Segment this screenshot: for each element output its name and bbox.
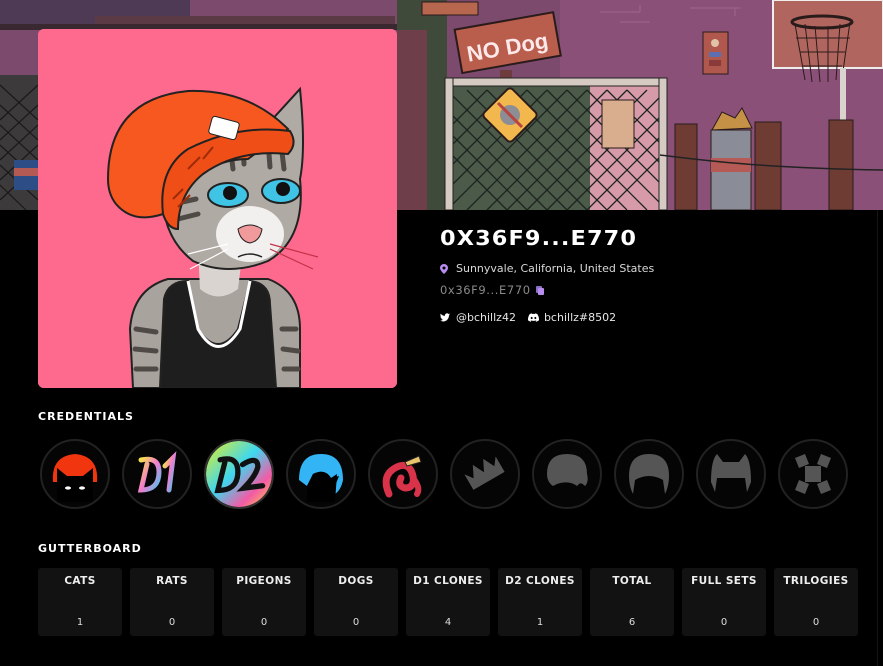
credentials-list: [40, 439, 848, 509]
copy-icon[interactable]: [535, 285, 544, 295]
d2-logo-icon: [206, 441, 272, 507]
crossbones-icon: [795, 454, 831, 494]
stat-value: 1: [76, 617, 84, 628]
rat-head-icon: [299, 454, 343, 502]
location-text: Sunnyvale, California, United States: [456, 262, 655, 275]
worm-badge[interactable]: [368, 439, 438, 509]
stat-d2-clones: D2 CLONES 1: [498, 568, 582, 636]
profile-title: 0X36F9...E770: [440, 226, 638, 250]
location-row: Sunnyvale, California, United States: [440, 262, 654, 275]
rat-badge[interactable]: [286, 439, 356, 509]
stat-label: FULL SETS: [691, 575, 757, 587]
stat-cats: CATS 1: [38, 568, 122, 636]
stat-full-sets: FULL SETS 0: [682, 568, 766, 636]
address-row: 0x36F9...E770: [440, 283, 654, 297]
scrollbar-track[interactable]: [877, 210, 878, 666]
hair-badge[interactable]: [614, 439, 684, 509]
stat-label: RATS: [156, 575, 188, 587]
credentials-heading: CREDENTIALS: [38, 410, 134, 423]
dog-head-icon: [547, 454, 588, 486]
stat-label: D1 CLONES: [413, 575, 483, 587]
stat-label: DOGS: [338, 575, 374, 587]
crossbones-badge[interactable]: [778, 439, 848, 509]
map-pin-icon: [440, 263, 448, 274]
cat-head-icon: [52, 454, 98, 502]
d1-badge[interactable]: [122, 439, 192, 509]
crown-icon: [464, 456, 505, 490]
cat-avatar-illustration: [38, 29, 397, 388]
d1-logo-icon: [137, 451, 177, 493]
stat-value: 0: [352, 617, 360, 628]
stat-pigeons: PIGEONS 0: [222, 568, 306, 636]
stat-label: CATS: [64, 575, 96, 587]
stat-value: 4: [444, 617, 452, 628]
cat-ears-icon: [711, 454, 751, 492]
stat-value: 6: [628, 617, 636, 628]
stat-value: 0: [260, 617, 268, 628]
dog-badge[interactable]: [532, 439, 602, 509]
stat-d1-clones: D1 CLONES 4: [406, 568, 490, 636]
discord-icon: [527, 313, 539, 322]
hair-icon: [629, 454, 669, 494]
social-row: @bchillz42 bchillz#8502: [440, 311, 654, 324]
crown-badge[interactable]: [450, 439, 520, 509]
stat-value: 0: [720, 617, 728, 628]
twitter-icon: [440, 313, 450, 322]
worm-icon: [382, 455, 422, 498]
d2-badge[interactable]: [204, 439, 274, 509]
gutterboard-stats: CATS 1 RATS 0 PIGEONS 0 DOGS 0 D1 CLONES…: [38, 568, 858, 636]
discord-handle: bchillz#8502: [543, 311, 617, 324]
stat-total: TOTAL 6: [590, 568, 674, 636]
gutterboard-heading: GUTTERBOARD: [38, 542, 142, 555]
stat-value: 1: [536, 617, 544, 628]
stat-label: TOTAL: [612, 575, 652, 587]
profile-avatar: [38, 29, 397, 388]
stat-label: TRILOGIES: [783, 575, 849, 587]
stat-label: D2 CLONES: [505, 575, 575, 587]
cat-ears-badge[interactable]: [696, 439, 766, 509]
stat-rats: RATS 0: [130, 568, 214, 636]
wallet-address: 0x36F9...E770: [440, 283, 531, 297]
profile-info: 0X36F9...E770 Sunnyvale, California, Uni…: [440, 226, 654, 324]
stat-trilogies: TRILOGIES 0: [774, 568, 858, 636]
stat-value: 0: [168, 617, 176, 628]
stat-dogs: DOGS 0: [314, 568, 398, 636]
stat-value: 0: [812, 617, 820, 628]
twitter-handle[interactable]: @bchillz42: [456, 311, 516, 324]
stat-label: PIGEONS: [236, 575, 292, 587]
cat-badge[interactable]: [40, 439, 110, 509]
